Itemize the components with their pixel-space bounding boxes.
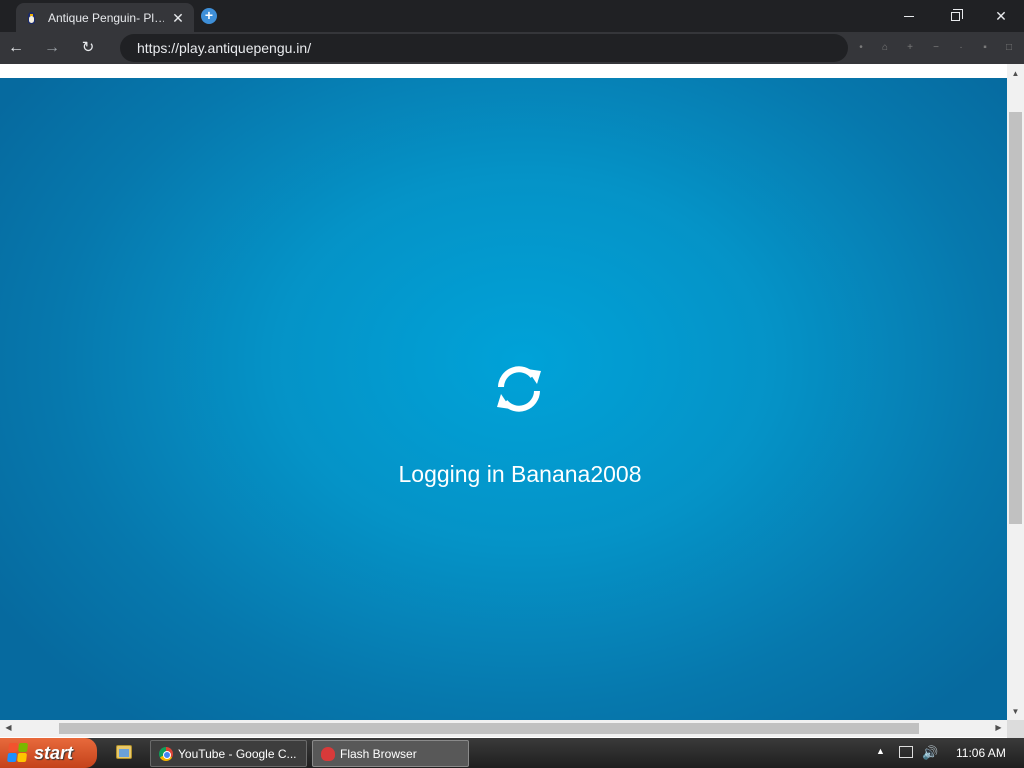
taskbar-item-flash-browser[interactable]: Flash Browser xyxy=(312,740,469,767)
extension-icon-1[interactable]: • xyxy=(855,42,867,54)
chrome-icon xyxy=(159,746,173,761)
network-icon[interactable] xyxy=(899,746,913,758)
scroll-up-icon[interactable]: ▲ xyxy=(1007,66,1024,82)
forward-button[interactable]: → xyxy=(40,36,64,60)
scroll-left-icon[interactable]: ◀ xyxy=(0,720,17,736)
extension-icon-6[interactable]: ▪ xyxy=(979,42,991,54)
windows-logo-icon xyxy=(7,743,29,763)
tab-title: Antique Penguin- Pl… xyxy=(48,10,164,25)
new-tab-button[interactable]: + xyxy=(201,8,217,24)
home-icon[interactable]: ⌂ xyxy=(879,42,891,54)
browser-toolbar: ← → ↻ https://play.antiquepengu.in/ • ⌂ … xyxy=(0,32,1024,64)
zoom-in-icon[interactable]: + xyxy=(904,42,916,54)
vertical-scroll-thumb[interactable] xyxy=(1009,112,1022,524)
flash-icon xyxy=(321,746,335,761)
address-bar[interactable]: https://play.antiquepengu.in/ xyxy=(120,34,848,62)
restore-button[interactable] xyxy=(932,0,978,32)
penguin-favicon-icon xyxy=(24,11,38,25)
window-close-button[interactable]: ✕ xyxy=(978,0,1024,32)
start-button[interactable]: start xyxy=(0,738,97,768)
login-status-text: Logging in Banana2008 xyxy=(398,461,642,487)
minimize-button[interactable] xyxy=(886,0,932,32)
horizontal-scroll-thumb[interactable] xyxy=(59,723,919,734)
url-text[interactable]: https://play.antiquepengu.in/ xyxy=(137,40,311,56)
taskbar: start YouTube - Google C... Flash Browse… xyxy=(0,738,1024,768)
page-viewport: Logging in Banana2008 ▲ ▼ ◀ ▶ xyxy=(0,64,1024,738)
vertical-scrollbar[interactable]: ▲ ▼ xyxy=(1007,64,1024,720)
extension-icon-7[interactable]: □ xyxy=(1003,42,1015,54)
horizontal-scrollbar[interactable]: ◀ ▶ xyxy=(0,720,1007,737)
sync-icon xyxy=(497,366,541,412)
start-label: start xyxy=(34,742,74,763)
scroll-down-icon[interactable]: ▼ xyxy=(1007,704,1024,720)
scroll-right-icon[interactable]: ▶ xyxy=(990,720,1007,736)
tab-close-icon[interactable]: ✕ xyxy=(170,10,186,26)
taskbar-item-label: Flash Browser xyxy=(340,746,417,761)
taskbar-item-label: YouTube - Google C... xyxy=(178,746,297,761)
extension-icon-5[interactable]: · xyxy=(955,42,967,54)
browser-tab[interactable]: Antique Penguin- Pl… ✕ xyxy=(16,3,194,32)
clock[interactable]: 11:06 AM xyxy=(956,746,1006,760)
taskbar-item-youtube[interactable]: YouTube - Google C... xyxy=(150,740,307,767)
folder-icon[interactable] xyxy=(116,745,132,759)
reload-button[interactable]: ↻ xyxy=(76,36,100,60)
scrollbar-corner xyxy=(1007,720,1024,738)
restore-icon xyxy=(950,8,963,21)
zoom-out-icon[interactable]: − xyxy=(930,42,942,54)
volume-icon[interactable]: 🔊 xyxy=(922,745,938,761)
show-hidden-icons-icon[interactable]: ▲ xyxy=(876,746,885,756)
game-canvas[interactable]: Logging in Banana2008 xyxy=(0,78,1007,720)
minimize-icon xyxy=(904,15,914,17)
tab-strip: Antique Penguin- Pl… ✕ + ✕ xyxy=(0,0,1024,32)
back-button[interactable]: ← xyxy=(4,36,28,60)
